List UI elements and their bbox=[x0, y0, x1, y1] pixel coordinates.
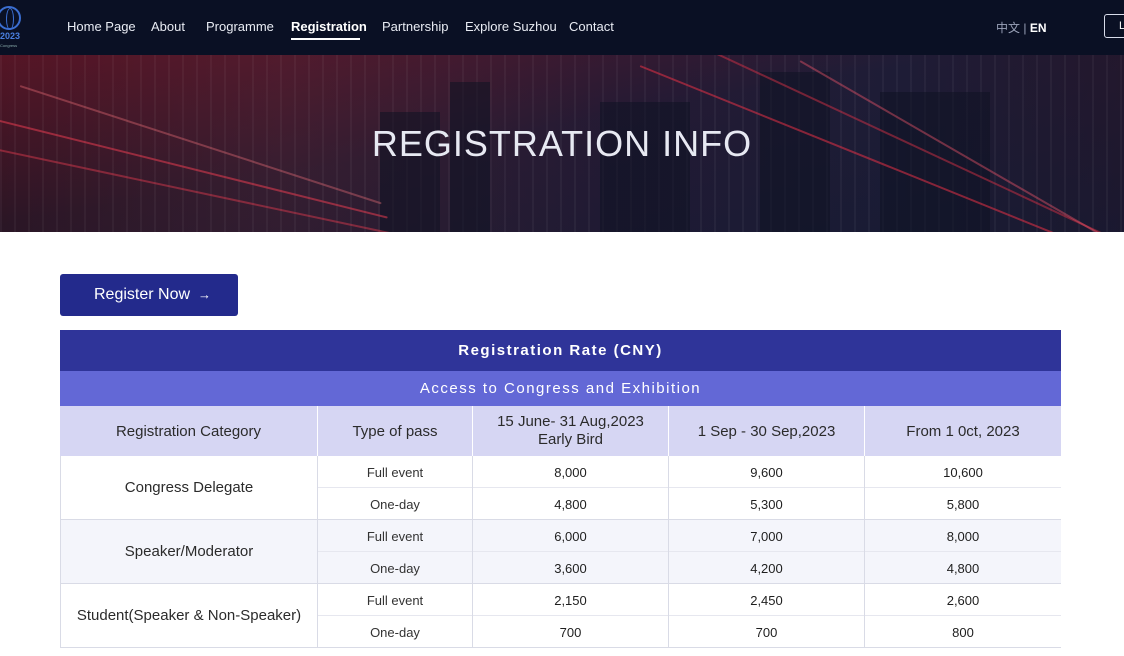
table-subtitle: Access to Congress and Exhibition bbox=[60, 371, 1061, 406]
table-row: Congress Delegate Full event 8,000 9,600 10,… bbox=[60, 456, 1061, 520]
table-column-headers: Registration Category Type of pass 15 Ju… bbox=[60, 406, 1061, 456]
price-cell: 5,800 bbox=[946, 496, 980, 512]
pass-type-cell: One-day bbox=[318, 488, 473, 520]
price-cell: 2,450 bbox=[669, 584, 865, 616]
lang-en-link[interactable]: EN bbox=[1030, 21, 1047, 35]
pass-row: One-day 4,800 5,300 5,800 bbox=[318, 488, 1061, 520]
table-row: Student(Speaker & Non-Speaker) Full event… bbox=[60, 584, 1061, 648]
arrow-right-icon: → bbox=[198, 287, 212, 302]
registration-rate-table: Registration Rate (CNY) Access to Congre… bbox=[60, 330, 1061, 656]
pass-type-cell: One-day bbox=[318, 616, 473, 648]
price-cell: 9,600 bbox=[669, 456, 865, 488]
register-now-button[interactable]: Register Now → bbox=[60, 274, 238, 316]
nav-explore-suzhou[interactable]: Explore Suzhou bbox=[465, 19, 557, 34]
price-cell: 700 bbox=[669, 616, 865, 648]
logo-caption: Congress bbox=[0, 43, 18, 48]
price-cell: 7,000 bbox=[669, 520, 865, 552]
price-cell: 5,300 bbox=[669, 488, 865, 520]
pass-row: One-day 700 700 800 bbox=[318, 616, 1061, 648]
nav-partnership[interactable]: Partnership bbox=[382, 19, 448, 34]
price-cell: 10,600 bbox=[943, 464, 983, 480]
pass-row: Full event 2,150 2,450 2,600 bbox=[318, 584, 1061, 616]
price-cell: 8,000 bbox=[946, 528, 980, 544]
category-cell: Speaker/Moderator bbox=[60, 520, 318, 583]
col-header-september: 1 Sep - 30 Sep,2023 bbox=[669, 406, 865, 456]
table-body: Congress Delegate Full event 8,000 9,600 10,… bbox=[60, 456, 1061, 656]
price-cell: 4,800 bbox=[473, 488, 669, 520]
pass-type-cell: Full event bbox=[318, 584, 473, 616]
congress-logo[interactable]: 2023 Congress bbox=[0, 6, 24, 48]
globe-logo-icon bbox=[0, 6, 21, 30]
lang-zh-link[interactable]: 中文 bbox=[996, 21, 1020, 35]
top-navbar: 2023 Congress Home Page About Programme … bbox=[0, 0, 1124, 55]
nav-programme[interactable]: Programme bbox=[206, 19, 274, 34]
table-row: Speaker/Moderator Full event 6,000 7,000 8,0… bbox=[60, 520, 1061, 584]
logo-year: 2023 bbox=[0, 31, 21, 41]
price-cell: 6,000 bbox=[473, 520, 669, 552]
hero-banner: REGISTRATION INFO bbox=[0, 55, 1124, 232]
lang-separator: | bbox=[1023, 21, 1027, 35]
price-cell: 8,000 bbox=[473, 456, 669, 488]
col-header-category: Registration Category bbox=[60, 406, 318, 456]
price-cell: 4,200 bbox=[669, 552, 865, 584]
active-nav-underline bbox=[291, 38, 360, 40]
category-cell: Student(Speaker & Non-Speaker) bbox=[60, 584, 318, 647]
price-cell: 700 bbox=[473, 616, 669, 648]
price-cell: 2,600 bbox=[946, 592, 980, 608]
nav-about[interactable]: About bbox=[151, 19, 185, 34]
col-header-pass-type: Type of pass bbox=[318, 406, 473, 456]
price-cell: 3,600 bbox=[473, 552, 669, 584]
pass-type-cell: Full event bbox=[318, 520, 473, 552]
price-cell: 2,150 bbox=[473, 584, 669, 616]
table-title: Registration Rate (CNY) bbox=[60, 330, 1061, 371]
page-title: REGISTRATION INFO bbox=[371, 123, 753, 164]
pass-type-cell: One-day bbox=[318, 552, 473, 584]
nav-registration[interactable]: Registration bbox=[291, 19, 367, 34]
language-switcher: 中文 | EN bbox=[996, 19, 1047, 36]
nav-home[interactable]: Home Page bbox=[67, 19, 136, 34]
login-button[interactable]: L bbox=[1104, 14, 1124, 38]
price-cell: 800 bbox=[952, 624, 974, 640]
nav-contact[interactable]: Contact bbox=[569, 19, 614, 34]
pass-row: One-day 3,600 4,200 4,800 bbox=[318, 552, 1061, 584]
pass-row: Full event 6,000 7,000 8,000 bbox=[318, 520, 1061, 552]
col-header-october: From 1 0ct, 2023 bbox=[906, 422, 1020, 440]
register-now-label: Register Now bbox=[94, 286, 191, 303]
pass-type-cell: Full event bbox=[318, 456, 473, 488]
price-cell: 4,800 bbox=[946, 560, 980, 576]
pass-row: Full event 8,000 9,600 10,600 bbox=[318, 456, 1061, 488]
category-cell: Congress Delegate bbox=[60, 456, 318, 519]
col-header-early-bird: 15 June- 31 Aug,2023 Early Bird bbox=[473, 406, 669, 456]
